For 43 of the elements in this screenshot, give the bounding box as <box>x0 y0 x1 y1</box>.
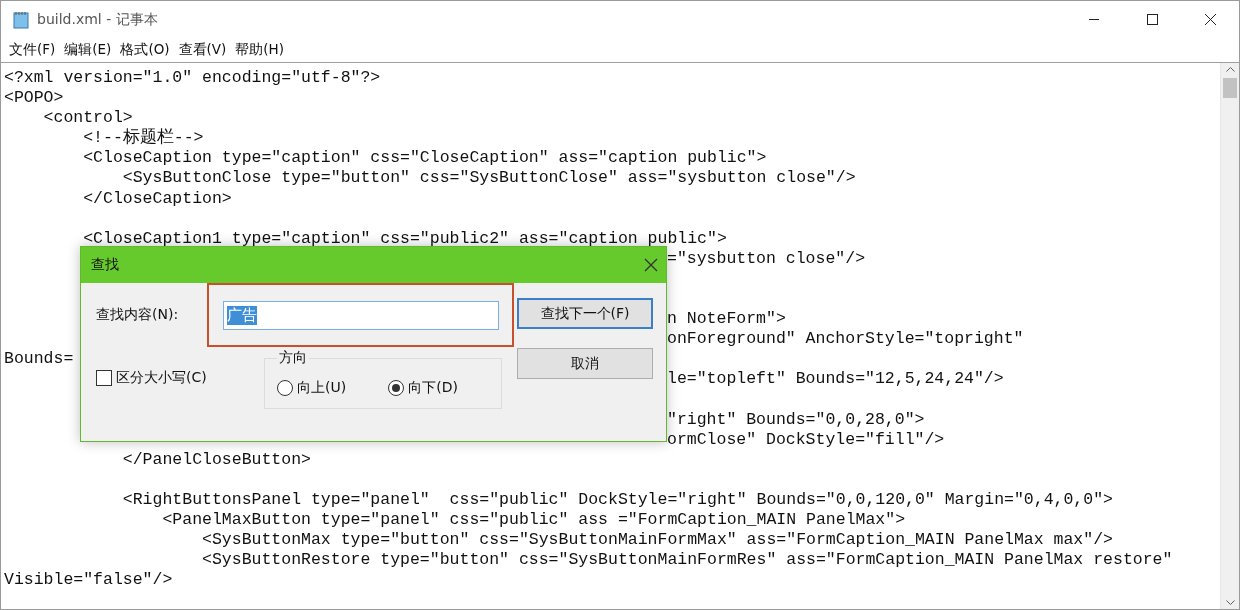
code-line: <POPO> <box>4 88 64 108</box>
code-line: </CloseCaption> <box>82 188 232 208</box>
code-line: <RightButtonsPanel type="panel" css="public" DockStyle="right" Bounds="0,0,120,0" Margin="0,4,0,0"> <box>121 489 1113 509</box>
code-line: n NoteForm"> <box>667 309 786 329</box>
maximize-icon <box>1146 14 1158 25</box>
window-title: build.xml - 记事本 <box>37 10 159 29</box>
find-label: 查找内容(N): <box>96 306 180 324</box>
code-line: le="topleft" Bounds="12,5,24,24"/> <box>667 369 1004 389</box>
code-line: "right" Bounds="0,0,28,0"> <box>667 409 925 429</box>
code-line: <?xml version="1.0" encoding="utf-8"?> <box>4 68 381 87</box>
code-line: onForeground" AnchorStyle="topright" <box>667 329 1024 349</box>
scroll-up-icon[interactable] <box>1225 67 1235 72</box>
scroll-down-icon[interactable] <box>1225 600 1235 605</box>
close-icon[interactable] <box>644 258 658 272</box>
close-icon <box>1204 14 1216 25</box>
menu-item[interactable]: 格式(O) <box>116 41 174 59</box>
group-title: 方向 <box>278 349 308 367</box>
menu-item[interactable]: 编辑(E) <box>60 41 116 59</box>
code-line: <SysButtonClose type="button" css="SysButtonClose" ass="sysbutton close"/> <box>121 168 856 188</box>
code-line: Visible="false"/> <box>4 570 173 590</box>
menu-item[interactable]: 文件(F) <box>5 41 60 59</box>
code-line: <control> <box>42 108 133 128</box>
radio-option[interactable]: 向上(U) <box>277 378 347 397</box>
dialog-button[interactable]: 查找下一个(F) <box>517 298 653 329</box>
code-line: </PanelCloseButton> <box>121 449 311 469</box>
code-line: Bounds= <box>4 349 74 369</box>
code-line: <PanelMaxButton type="panel" css="public" ass ="FormCaption_MAIN PanelMax"> <box>161 510 906 530</box>
menu-item[interactable]: 帮助(H) <box>231 41 289 59</box>
code-line: ="sysbutton close"/> <box>667 248 866 268</box>
scroll-thumb[interactable] <box>1223 78 1237 98</box>
match-case-checkbox[interactable]: 区分大小写(C) <box>96 369 264 387</box>
notepad-icon <box>13 10 30 29</box>
dialog-title: 查找 <box>91 256 119 274</box>
menu-item[interactable]: 查看(V) <box>174 41 231 59</box>
dialog-button[interactable]: 取消 <box>517 348 653 379</box>
code-line: <CloseCaption type="caption" css="CloseCaption" ass="caption public"> <box>82 148 767 168</box>
code-line: <CloseCaption1 type="caption" css="public2" ass="caption public"> <box>82 228 727 248</box>
radio-option[interactable]: 向下(D) <box>388 378 458 397</box>
code-line: ormClose" DockStyle="fill"/> <box>667 429 945 449</box>
code-line: <!--标题栏--> <box>82 128 204 148</box>
vertical-scrollbar[interactable] <box>1220 63 1239 609</box>
code-line: <SysButtonMax type="button" css="SysButtonMainFormMax" ass="FormCaption_MAIN PanelMax max"/> <box>201 530 1113 550</box>
code-line: <SysButtonRestore type="button" css="SysButtonMainFormRes" ass="FormCaption_MAIN PanelMax restore" <box>201 550 1173 570</box>
